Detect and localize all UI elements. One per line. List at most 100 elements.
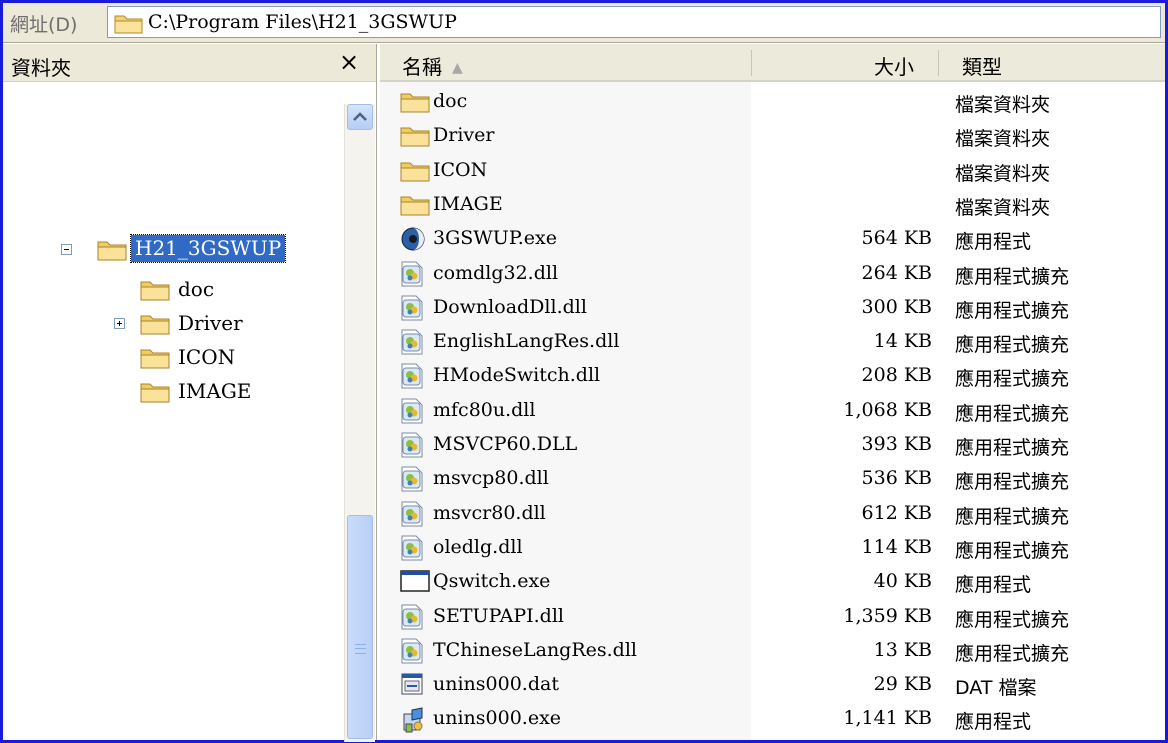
file-size: 264 KB — [861, 261, 932, 284]
tree-item-label: IMAGE — [178, 379, 252, 403]
file-row[interactable]: oledlg.dll 114 KB 應用程式擴充 — [380, 532, 1165, 563]
file-type: 應用程式擴充 — [955, 505, 1070, 528]
file-name: SETUPAPI.dll — [433, 604, 564, 627]
grip-icon — [355, 644, 366, 654]
file-name: 3GSWUP.exe — [433, 227, 558, 250]
expand-plus-icon[interactable] — [114, 318, 125, 329]
dll-icon — [400, 261, 424, 292]
file-row[interactable]: unins000.dat 29 KB DAT 檔案 — [380, 669, 1165, 700]
file-size: 40 KB — [873, 570, 932, 593]
chevron-up-icon — [353, 112, 367, 121]
file-name: comdlg32.dll — [433, 261, 559, 284]
file-row[interactable]: DownloadDll.dll 300 KB 應用程式擴充 — [380, 292, 1165, 323]
file-name: TChineseLangRes.dll — [433, 638, 637, 661]
file-size: 114 KB — [861, 535, 932, 558]
file-row[interactable]: 3GSWUP.exe 564 KB 應用程式 — [380, 223, 1165, 254]
file-name: ICON — [433, 158, 488, 181]
column-header-type[interactable]: 類型 — [962, 51, 1002, 80]
file-row[interactable]: Driver 檔案資料夾 — [380, 120, 1165, 151]
file-row[interactable]: SETUPAPI.dll 1,359 KB 應用程式擴充 — [380, 601, 1165, 632]
file-type: 應用程式擴充 — [955, 334, 1070, 357]
file-type: 應用程式擴充 — [955, 437, 1070, 459]
file-name: EnglishLangRes.dll — [433, 330, 620, 353]
file-type: 應用程式 — [955, 231, 1032, 254]
file-row[interactable]: ICON 檔案資料夾 — [380, 155, 1165, 186]
dll-icon — [400, 295, 424, 326]
tree-item-label: H21_3GSWUP — [129, 234, 287, 263]
file-name: msvcp80.dll — [433, 467, 549, 490]
folder-icon — [97, 237, 127, 266]
file-type: 應用程式擴充 — [955, 642, 1070, 665]
window-app-icon — [400, 569, 430, 598]
file-size: 393 KB — [861, 433, 932, 455]
folder-icon — [140, 345, 170, 374]
address-label: 網址(D) — [10, 14, 78, 36]
folders-scrollbar[interactable] — [344, 104, 375, 742]
folders-pane-title: 資料夾 — [11, 56, 71, 80]
file-name: unins000.exe — [433, 707, 562, 730]
address-input[interactable]: C:\Program Files\H21_3GSWUP — [107, 6, 1161, 38]
file-type: 應用程式擴充 — [955, 539, 1070, 562]
file-type: 應用程式擴充 — [955, 265, 1070, 288]
folder-icon — [400, 192, 430, 221]
file-row[interactable]: MSVCP60.DLL 393 KB 應用程式擴充 — [380, 429, 1165, 460]
tree-item-label: doc — [178, 277, 215, 301]
file-type: 應用程式擴充 — [955, 402, 1070, 425]
file-type: 應用程式擴充 — [955, 471, 1070, 494]
file-row[interactable]: TChineseLangRes.dll 13 KB 應用程式擴充 — [380, 635, 1165, 666]
file-list: 名稱 ▲ 大小 類型 doc 檔案資料夾 Driver 檔案資料夾 ICON 檔案資料夾 IM… — [380, 44, 1165, 740]
scroll-up-button[interactable] — [347, 104, 373, 130]
file-type: 檔案資料夾 — [955, 128, 1051, 151]
dll-icon — [400, 638, 424, 669]
file-row[interactable]: comdlg32.dll 264 KB 應用程式擴充 — [380, 258, 1165, 289]
dll-icon — [400, 535, 424, 566]
dat-file-icon — [400, 672, 424, 701]
file-row[interactable]: msvcp80.dll 536 KB 應用程式擴充 — [380, 463, 1165, 494]
file-size: 29 KB — [873, 673, 932, 696]
file-row[interactable]: mfc80u.dll 1,068 KB 應用程式擴充 — [380, 395, 1165, 426]
file-row[interactable]: EnglishLangRes.dll 14 KB 應用程式擴充 — [380, 326, 1165, 357]
file-row[interactable]: Qswitch.exe 40 KB 應用程式 — [380, 566, 1165, 597]
column-divider[interactable] — [938, 50, 939, 76]
close-icon[interactable]: × — [339, 48, 359, 76]
folders-pane: 資料夾 × H21_3GSWUP doc Driver ICON IMAGE — [3, 44, 377, 742]
scroll-thumb[interactable] — [347, 515, 373, 739]
file-size: 1,068 KB — [843, 398, 932, 421]
file-row[interactable]: unins000.exe 1,141 KB 應用程式 — [380, 703, 1165, 734]
folder-icon — [140, 379, 170, 408]
file-row[interactable]: HModeSwitch.dll 208 KB 應用程式擴充 — [380, 360, 1165, 391]
column-header-size[interactable]: 大小 — [874, 51, 914, 80]
file-row[interactable]: doc 檔案資料夾 — [380, 86, 1165, 117]
file-row[interactable]: IMAGE 檔案資料夾 — [380, 189, 1165, 220]
folder-icon — [140, 311, 170, 340]
file-size: 564 KB — [861, 227, 932, 250]
file-size: 1,141 KB — [843, 707, 932, 730]
file-name: oledlg.dll — [433, 535, 523, 558]
dll-icon — [400, 398, 424, 429]
column-header-name[interactable]: 名稱 ▲ — [402, 51, 463, 80]
file-name: mfc80u.dll — [433, 398, 536, 421]
tree-item-label: ICON — [178, 345, 236, 369]
app-globe-icon — [400, 226, 426, 257]
file-type: 應用程式擴充 — [955, 368, 1070, 391]
file-size: 536 KB — [861, 467, 932, 490]
file-type: 檔案資料夾 — [955, 94, 1051, 116]
folder-icon — [400, 158, 430, 187]
collapse-minus-icon[interactable] — [61, 244, 72, 255]
address-path: C:\Program Files\H21_3GSWUP — [148, 11, 457, 33]
file-name: HModeSwitch.dll — [433, 364, 601, 387]
sort-ascending-icon: ▲ — [452, 60, 463, 76]
file-size: 1,359 KB — [843, 604, 932, 627]
folder-icon — [114, 12, 144, 38]
file-size: 208 KB — [861, 364, 932, 387]
file-row[interactable]: msvcr80.dll 612 KB 應用程式擴充 — [380, 498, 1165, 529]
file-name: Driver — [433, 124, 495, 147]
explorer-window: 網址(D) C:\Program Files\H21_3GSWUP 資料夾 × … — [0, 0, 1168, 743]
dll-icon — [400, 466, 424, 497]
address-bar: 網址(D) C:\Program Files\H21_3GSWUP — [3, 3, 1165, 43]
dll-icon — [400, 604, 424, 635]
dll-icon — [400, 432, 424, 463]
column-divider[interactable] — [751, 50, 752, 76]
file-type: 應用程式 — [955, 574, 1032, 597]
dll-icon — [400, 501, 424, 532]
